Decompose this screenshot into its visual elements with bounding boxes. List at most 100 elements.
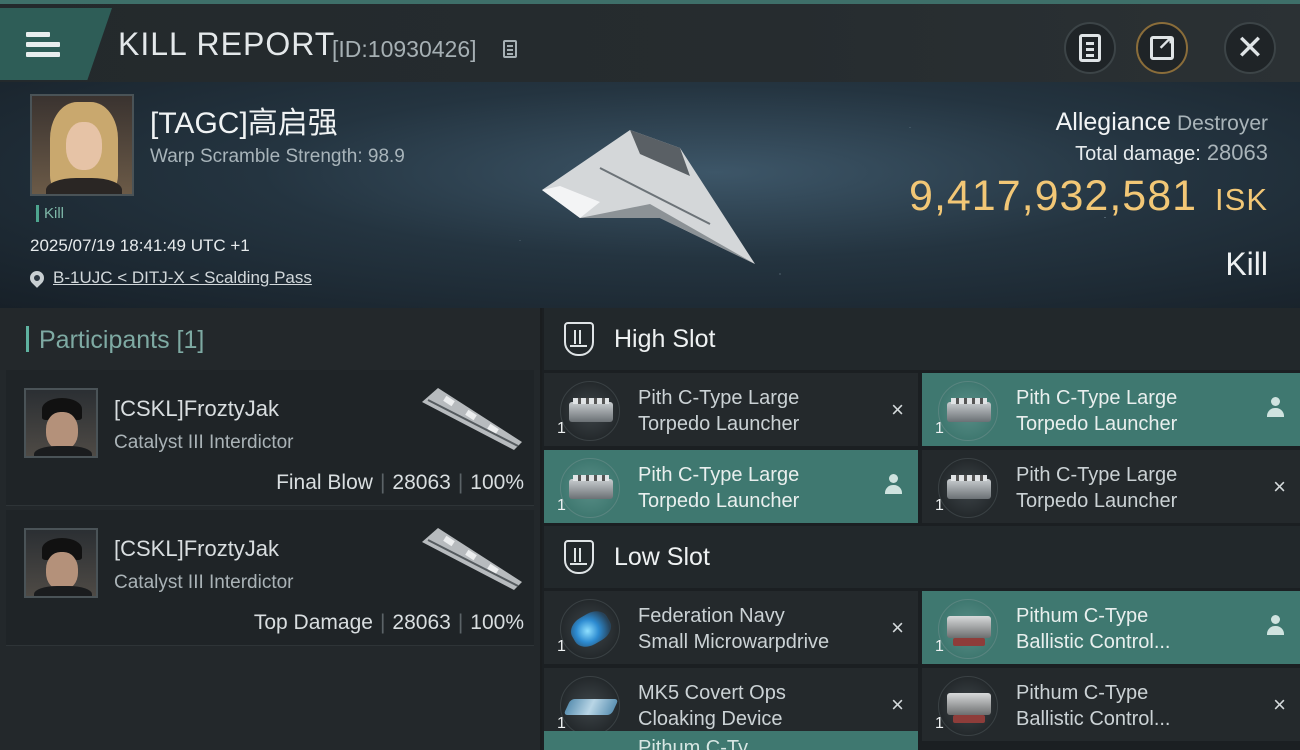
participant-ship: Catalyst III Interdictor (114, 572, 294, 593)
participant-name: [CSKL]FroztyJak (114, 396, 280, 421)
module-icon (560, 458, 620, 518)
module-quantity: 1 (935, 497, 944, 514)
participant-ship-image (422, 388, 522, 450)
module-name: Pith C-Type Large Torpedo Launcher (638, 385, 799, 437)
result-label: Kill (1225, 246, 1268, 282)
module-name-line1: Pith C-Type Large (1016, 387, 1178, 409)
module-name-line1: Pith C-Type Large (1016, 464, 1178, 486)
module-name: Pithum C-Ty (638, 737, 749, 750)
module-name-line1: Pith C-Type Large (638, 387, 800, 409)
share-button[interactable] (1136, 22, 1188, 74)
participant-percent: 100% (470, 611, 524, 634)
clipboard-button[interactable] (1064, 22, 1116, 74)
slot-shield-icon (564, 540, 594, 574)
close-x-icon: × (891, 615, 904, 640)
module-quantity: 1 (935, 420, 944, 437)
participant-damage: 28063 (392, 611, 451, 634)
isk-amount: 9,417,932,581 (909, 172, 1198, 220)
ship-class: Destroyer (1176, 112, 1268, 135)
low-slot-header: Low Slot (544, 526, 1300, 588)
module-icon (938, 676, 998, 736)
module-icon (938, 381, 998, 441)
location-pin-icon (27, 268, 47, 288)
module-name-line1: Federation Navy (638, 605, 785, 627)
slot-shield-icon (564, 322, 594, 356)
module-tile[interactable]: 1 Pithum C-Type Ballistic Control... × (922, 668, 1300, 741)
person-icon (1266, 615, 1284, 635)
high-slot-modules: 1 Pith C-Type Large Torpedo Launcher × 1 Pith… (544, 370, 1300, 523)
report-id: [ID:10930426] (332, 36, 477, 62)
close-x-icon: × (1273, 474, 1286, 499)
module-name-line2: Ballistic Control... (1016, 631, 1171, 653)
module-name: Pithum C-Type Ballistic Control... (1016, 680, 1171, 732)
module-name-line2: Torpedo Launcher (638, 490, 800, 512)
participant-ship-image (422, 528, 522, 590)
module-icon (560, 381, 620, 441)
module-tile[interactable]: 1 Pith C-Type Large Torpedo Launcher × (922, 450, 1300, 523)
module-tile[interactable]: Pithum C-Ty (544, 731, 918, 750)
module-name: MK5 Covert Ops Cloaking Device (638, 680, 786, 732)
share-icon (1150, 31, 1174, 60)
location-link[interactable]: B-1UJC < DITJ-X < Scalding Pass (53, 268, 312, 288)
warp-scramble-strength: Warp Scramble Strength: 98.9 (150, 146, 405, 167)
victim-ship-image[interactable] (540, 128, 770, 268)
high-slot-header: High Slot (544, 308, 1300, 370)
module-name-line1: Pithum C-Type (1016, 682, 1149, 704)
participant-percent: 100% (470, 471, 524, 494)
participant-row[interactable]: [CSKL]FroztyJak Catalyst III Interdictor… (6, 510, 534, 646)
module-tile[interactable]: 1 Pith C-Type Large Torpedo Launcher (922, 373, 1300, 446)
module-tile[interactable]: 1 Federation Navy Small Microwarpdrive × (544, 591, 918, 664)
module-name: Pith C-Type Large Torpedo Launcher (1016, 462, 1177, 514)
module-name-line1: Pithum C-Type (1016, 605, 1149, 627)
person-icon (1266, 397, 1284, 417)
ship-name: Allegiance (1055, 108, 1171, 136)
victim-avatar[interactable] (30, 94, 134, 196)
module-tile[interactable]: 1 Pith C-Type Large Torpedo Launcher (544, 450, 918, 523)
page-title: KILL REPORT (118, 26, 336, 62)
module-name: Pith C-Type Large Torpedo Launcher (638, 462, 799, 514)
copy-icon[interactable] (503, 40, 517, 58)
participant-avatar[interactable] (24, 388, 98, 458)
close-button[interactable]: ✕ (1224, 22, 1276, 74)
kill-location[interactable]: B-1UJC < DITJ-X < Scalding Pass (27, 268, 312, 288)
module-name-line2: Torpedo Launcher (1016, 413, 1178, 435)
module-quantity: 1 (557, 420, 566, 437)
menu-button[interactable] (0, 8, 112, 80)
module-icon (560, 599, 620, 659)
high-slot-title: High Slot (614, 324, 716, 353)
module-name-line2: Torpedo Launcher (1016, 490, 1178, 512)
participant-row[interactable]: [CSKL]FroztyJak Catalyst III Interdictor… (6, 370, 534, 506)
participant-damage: 28063 (392, 471, 451, 494)
module-name: Federation Navy Small Microwarpdrive (638, 603, 829, 655)
participant-avatar[interactable] (24, 528, 98, 598)
close-x-icon: × (1273, 692, 1286, 717)
low-slot-title: Low Slot (614, 542, 710, 571)
module-icon (560, 676, 620, 736)
close-x-icon: × (891, 397, 904, 422)
total-damage-label: Total damage: (1075, 143, 1201, 165)
module-quantity: 1 (935, 715, 944, 732)
isk-value: 9,417,932,581 ISK (909, 172, 1268, 221)
isk-unit: ISK (1215, 182, 1268, 217)
participant-stats: Final Blow | 28063 | 100% (276, 471, 524, 494)
module-icon (938, 458, 998, 518)
participants-header: Participants [1] (0, 308, 540, 370)
participant-name: [CSKL]FroztyJak (114, 536, 280, 561)
module-name-line1: MK5 Covert Ops (638, 682, 786, 704)
module-tile[interactable]: 1 Pithum C-Type Ballistic Control... (922, 591, 1300, 664)
total-damage-value: 28063 (1206, 140, 1268, 165)
module-name-line2: Torpedo Launcher (638, 413, 800, 435)
victim-name[interactable]: [TAGC]高启强 (150, 98, 338, 142)
module-name-line1: Pith C-Type Large (638, 464, 800, 486)
fitting-panel: High Slot 1 Pith C-Type Large Torpedo Laun… (544, 308, 1300, 750)
module-quantity: 1 (557, 638, 566, 655)
total-damage: Total damage: 28063 (1075, 140, 1268, 166)
victim-ship: Allegiance Destroyer (1056, 108, 1268, 137)
module-tile[interactable]: 1 Pith C-Type Large Torpedo Launcher × (544, 373, 918, 446)
module-name-line2: Small Microwarpdrive (638, 631, 830, 653)
participant-role: Final Blow (276, 471, 373, 494)
participant-stats: Top Damage | 28063 | 100% (253, 611, 524, 634)
participant-role: Top Damage (253, 611, 373, 634)
module-quantity: 1 (935, 638, 944, 655)
participants-panel: Participants [1] [CSKL]FroztyJak Catalys… (0, 308, 542, 750)
